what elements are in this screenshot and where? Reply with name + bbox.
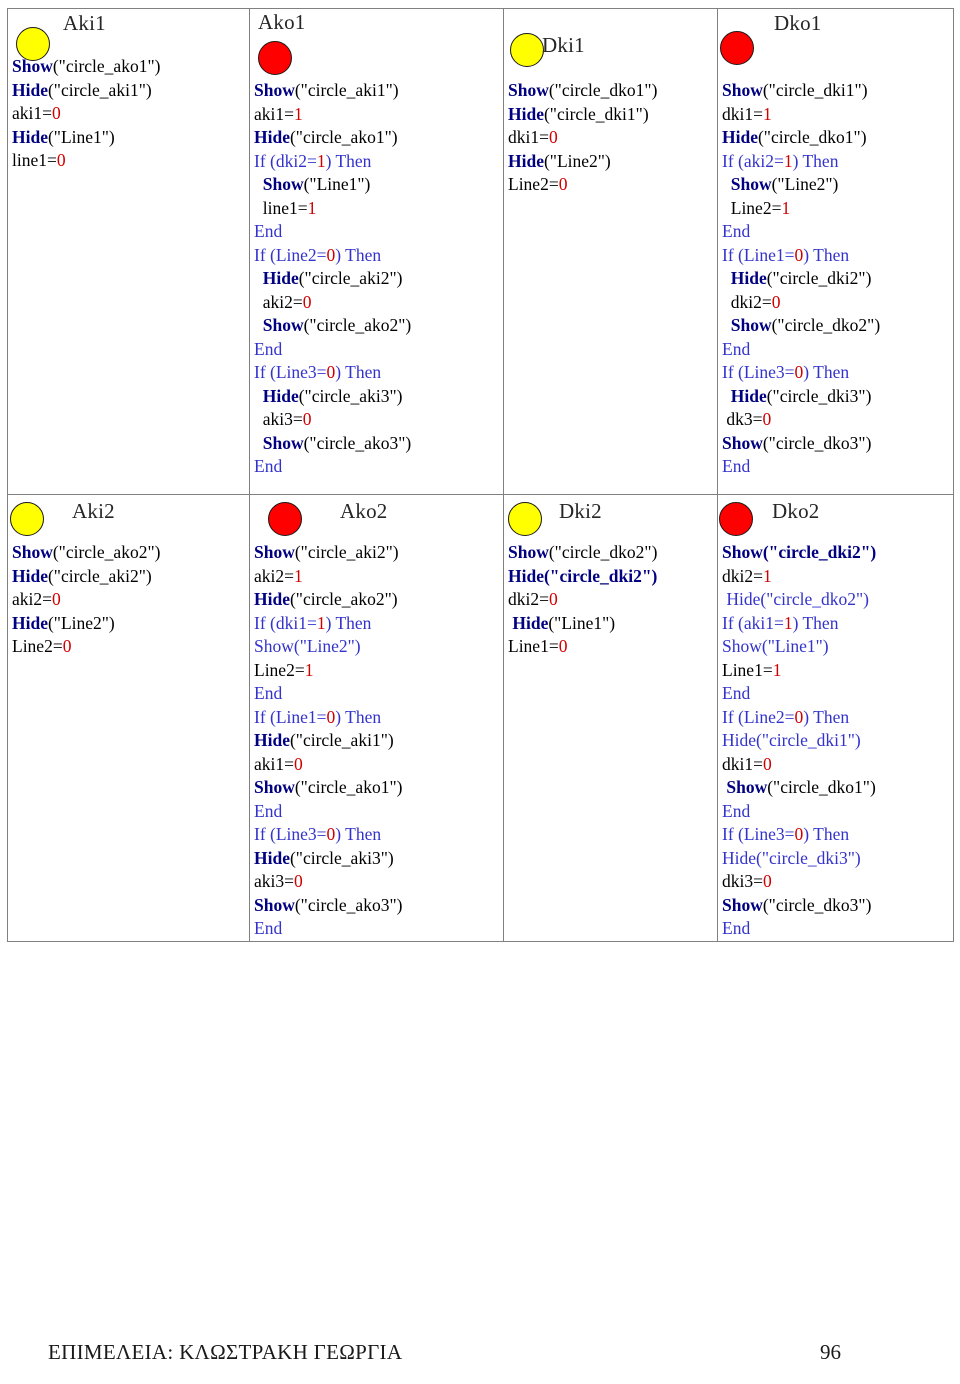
cell-title: Dki1 [542, 33, 585, 57]
cell-ako1: Ako1 Show("circle_aki1") aki1=1 Hide("circ… [249, 8, 504, 495]
cell-dko1: Dko1 Show("circle_dki1") dki1=1 Hide("circ… [717, 8, 954, 495]
yellow-circle-icon [510, 33, 544, 67]
cell-dki1: Dki1 Show("circle_dko1") Hide("circle_dki… [503, 8, 718, 495]
cell-header-aki1: Aki1 [8, 9, 249, 61]
yellow-circle-icon [508, 502, 542, 536]
yellow-circle-icon [16, 27, 50, 61]
code-block-aki1: Show("circle_ako1") Hide("circle_aki1") ak… [12, 56, 161, 170]
cell-title: Dko2 [772, 499, 820, 523]
cell-aki2: Aki2 Show("circle_ako2") Hide("circle_aki… [7, 494, 250, 942]
cell-header-ako2: Ako2 [250, 495, 503, 541]
cell-dko2: Dko2 Show("circle_dki2") dki2=1 Hide("cir… [717, 494, 954, 942]
red-circle-icon [258, 41, 292, 75]
cell-dki2: Dki2 Show("circle_dko2") Hide("circle_dki… [503, 494, 718, 942]
cell-header-dko2: Dko2 [718, 495, 953, 541]
cell-header-ako1: Ako1 [250, 9, 503, 79]
page-footer: ΕΠΙΜΕΛΕΙΑ: ΚΛΩΣΤΡΑΚΗ ΓΕΩΡΓΙΑ 96 [0, 1340, 960, 1370]
code-block-ako1: Show("circle_aki1") aki1=1 Hide("circle_ak… [254, 80, 412, 476]
table-row: Aki1 Show("circle_ako1") Hide("circle_aki… [7, 8, 954, 495]
cell-title: Aki1 [63, 11, 106, 35]
yellow-circle-icon [10, 502, 44, 536]
page-number: 96 [820, 1340, 841, 1364]
cell-ako2: Ako2 Show("circle_aki2") aki2=1 Hide("circ… [249, 494, 504, 942]
code-block-dko1: Show("circle_dki1") dki1=1 Hide("circle_dk… [722, 80, 881, 476]
code-block-dko2: Show("circle_dki2") dki2=1 Hide("circle_d… [722, 542, 877, 938]
cell-header-aki2: Aki2 [8, 495, 249, 541]
code-block-ako2: Show("circle_aki2") aki2=1 Hide("circle_ak… [254, 542, 403, 938]
table-row: Aki2 Show("circle_ako2") Hide("circle_aki… [7, 494, 954, 942]
cell-header-dki2: Dki2 [504, 495, 717, 541]
cell-title: Aki2 [72, 499, 115, 523]
footer-credit: ΕΠΙΜΕΛΕΙΑ: ΚΛΩΣΤΡΑΚΗ ΓΕΩΡΓΙΑ [48, 1340, 403, 1364]
cell-title: Ako1 [258, 10, 306, 34]
cell-title: Dki2 [559, 499, 602, 523]
code-block-dki1: Show("circle_dko1") Hide("circle_dki1") dk… [508, 80, 658, 194]
cell-header-dko1: Dko1 [718, 9, 953, 79]
pseudocode-table: Aki1 Show("circle_ako1") Hide("circle_aki… [7, 8, 954, 942]
code-block-dki2: Show("circle_dko2") Hide("circle_dki2") dk… [508, 542, 658, 656]
cell-aki1: Aki1 Show("circle_ako1") Hide("circle_aki… [7, 8, 250, 495]
cell-title: Dko1 [774, 11, 822, 35]
cell-title: Ako2 [340, 499, 388, 523]
code-block-aki2: Show("circle_ako2") Hide("circle_aki2") ak… [12, 542, 161, 656]
red-circle-icon [719, 502, 753, 536]
red-circle-icon [268, 502, 302, 536]
cell-header-dki1: Dki1 [504, 9, 717, 79]
red-circle-icon [720, 31, 754, 65]
